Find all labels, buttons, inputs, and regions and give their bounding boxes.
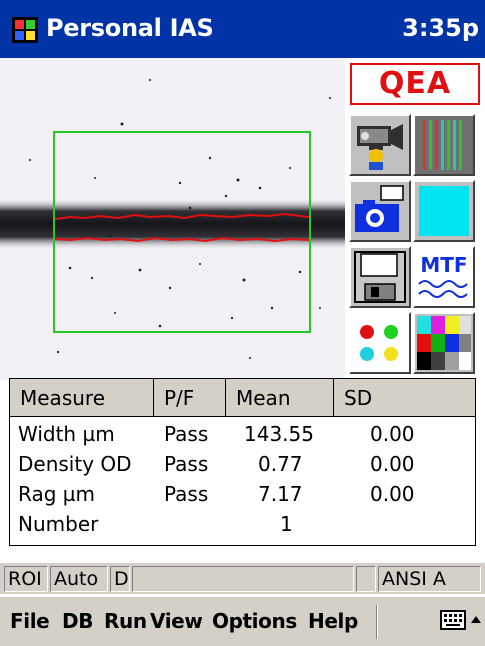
cell-sd: 0.00 xyxy=(370,422,415,446)
color-lines-icon xyxy=(415,116,473,174)
menu-separator xyxy=(376,605,378,639)
cell-pf: Pass xyxy=(164,482,209,506)
cell-mean: 0.77 xyxy=(258,452,303,476)
color-grid-button[interactable] xyxy=(413,312,475,374)
color-dots-button[interactable] xyxy=(349,312,411,374)
measurement-table[interactable]: Measure P/F Mean SD Width µm Pass 143.55… xyxy=(9,378,476,546)
input-panel-arrow-icon[interactable] xyxy=(470,614,482,626)
cell-pf: Pass xyxy=(164,452,209,476)
keyboard-icon[interactable] xyxy=(440,610,466,630)
status-bar: ROI Auto D ANSI A xyxy=(0,563,485,594)
snapshot-button[interactable] xyxy=(349,180,411,242)
mtf-button[interactable]: MTF xyxy=(413,246,475,308)
image-viewport[interactable] xyxy=(0,58,345,380)
status-roi[interactable]: ROI xyxy=(4,566,48,592)
column-header-mean[interactable]: Mean xyxy=(226,379,334,417)
column-header-pf[interactable]: P/F xyxy=(154,379,226,417)
video-camera-icon xyxy=(357,124,403,170)
cyan-swatch-button[interactable] xyxy=(413,180,475,242)
table-body: Width µm Pass 143.55 0.00 Density OD Pas… xyxy=(10,419,475,539)
cell-mean: 143.55 xyxy=(244,422,314,446)
clock[interactable]: 3:35p xyxy=(402,14,479,42)
windows-flag-icon[interactable] xyxy=(12,17,38,43)
status-standard[interactable]: ANSI A xyxy=(378,566,481,592)
status-blank-1 xyxy=(132,566,354,592)
cell-mean: 1 xyxy=(280,512,293,536)
mtf-label: MTF xyxy=(420,253,467,277)
menu-db[interactable]: DB xyxy=(62,609,93,633)
save-button[interactable] xyxy=(349,246,411,308)
line-pattern-button[interactable] xyxy=(413,114,475,176)
line-image[interactable] xyxy=(0,58,345,380)
table-row[interactable]: Width µm Pass 143.55 0.00 xyxy=(10,419,475,449)
table-row[interactable]: Number 1 xyxy=(10,509,475,539)
cell-measure: Width µm xyxy=(18,422,115,446)
qea-logo[interactable]: QEA xyxy=(350,63,480,105)
cell-sd: 0.00 xyxy=(370,482,415,506)
cell-measure: Number xyxy=(18,512,99,536)
cell-measure: Rag µm xyxy=(18,482,95,506)
table-row[interactable]: Density OD Pass 0.77 0.00 xyxy=(10,449,475,479)
status-mode[interactable]: Auto xyxy=(50,566,108,592)
status-blank-2 xyxy=(356,566,376,592)
menu-view[interactable]: View xyxy=(150,609,203,633)
column-header-sd[interactable]: SD xyxy=(334,379,475,417)
menu-run[interactable]: Run xyxy=(104,609,147,633)
status-d[interactable]: D xyxy=(110,566,130,592)
photo-camera-icon xyxy=(355,185,404,232)
video-camera-button[interactable] xyxy=(349,114,411,176)
cell-sd: 0.00 xyxy=(370,452,415,476)
color-grid-icon xyxy=(417,316,471,370)
cyan-square-icon xyxy=(419,186,469,236)
cell-mean: 7.17 xyxy=(258,482,303,506)
cell-pf: Pass xyxy=(164,422,209,446)
column-header-measure[interactable]: Measure xyxy=(10,379,154,417)
title-bar: Personal IAS 3:35p xyxy=(0,0,485,58)
table-row[interactable]: Rag µm Pass 7.17 0.00 xyxy=(10,479,475,509)
menu-help[interactable]: Help xyxy=(308,609,358,633)
cell-measure: Density OD xyxy=(18,452,132,476)
floppy-disk-icon xyxy=(354,251,406,303)
mtf-wave-icon: MTF xyxy=(415,248,473,306)
color-dots-icon xyxy=(351,314,409,372)
menu-options[interactable]: Options xyxy=(212,609,297,633)
table-header: Measure P/F Mean SD xyxy=(10,379,475,417)
menu-bar: File DB Run View Options Help xyxy=(0,596,485,646)
tool-panel: QEA MTF xyxy=(345,58,485,380)
menu-file[interactable]: File xyxy=(10,609,50,633)
app-title: Personal IAS xyxy=(46,14,214,42)
